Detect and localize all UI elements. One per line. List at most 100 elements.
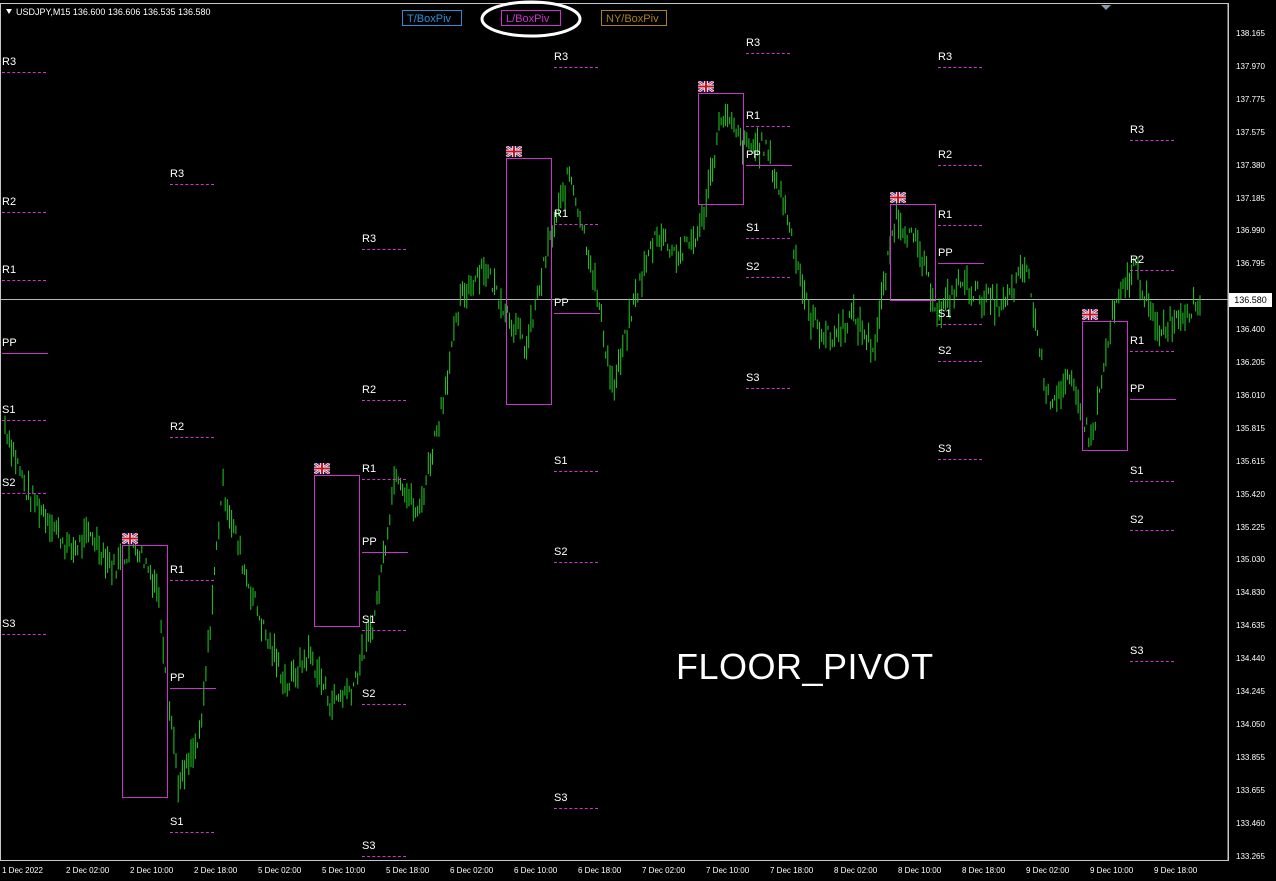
pivot-line-s2: [746, 277, 790, 278]
pivot-label-r1: R1: [746, 110, 761, 122]
ohlc-values: 136.600 136.606 136.535 136.580: [72, 7, 211, 17]
price-tick-label: 135.615: [1236, 457, 1265, 466]
time-tick-label: 6 Dec 02:00: [450, 866, 494, 875]
pivot-label-s2: S2: [1130, 514, 1144, 526]
pivot-line-r2: [938, 165, 982, 166]
price-tick-label: 133.655: [1236, 786, 1265, 795]
pivot-line-s2: [2, 493, 46, 494]
pivot-line-s1: [1130, 481, 1174, 482]
pivot-line-s2: [1130, 530, 1174, 531]
time-tick-label: 9 Dec 18:00: [1154, 866, 1198, 875]
pivot-line-r3: [362, 249, 406, 250]
london-session-box: [314, 475, 360, 627]
uk-flag-icon: [314, 463, 330, 474]
pivot-line-r3: [554, 67, 598, 68]
pivot-line-pp: [554, 313, 600, 314]
time-tick-label: 6 Dec 10:00: [514, 866, 558, 875]
dropdown-triangle-icon[interactable]: [6, 9, 12, 14]
pivot-label-s3: S3: [938, 443, 952, 455]
pivot-line-s1: [2, 420, 46, 421]
pivot-line-s1: [938, 324, 982, 325]
price-tick-label: 134.830: [1236, 588, 1265, 597]
time-tick-label: 9 Dec 02:00: [1026, 866, 1070, 875]
pivot-label-r1: R1: [2, 264, 17, 276]
pivot-label-s3: S3: [1130, 645, 1144, 657]
pivot-label-r2: R2: [170, 421, 185, 433]
pivot-line-s1: [170, 832, 214, 833]
pivot-line-s2: [554, 562, 598, 563]
pivot-line-s2: [938, 361, 982, 362]
time-tick-label: 7 Dec 18:00: [770, 866, 814, 875]
time-tick-label: 5 Dec 10:00: [322, 866, 366, 875]
pivot-label-s2: S2: [2, 477, 16, 489]
price-tick-label: 135.225: [1236, 523, 1265, 532]
pivot-label-pp: PP: [362, 536, 377, 548]
pivot-label-r2: R2: [938, 149, 953, 161]
pivot-label-r3: R3: [1130, 124, 1145, 136]
pivot-label-r2: R2: [362, 384, 377, 396]
pivot-label-r2: R2: [2, 196, 17, 208]
price-tick-label: 136.990: [1236, 226, 1265, 235]
time-tick-label: 7 Dec 10:00: [706, 866, 750, 875]
price-tick-label: 136.400: [1236, 325, 1265, 334]
pivot-label-r3: R3: [170, 168, 185, 180]
time-tick-label: 8 Dec 10:00: [898, 866, 942, 875]
scroll-marker-icon: [1101, 5, 1111, 10]
pivot-line-s3: [362, 856, 406, 857]
tokyo-box-pivot-button[interactable]: T/BoxPiv: [402, 10, 462, 26]
pivot-label-s2: S2: [554, 546, 568, 558]
pivot-label-pp: PP: [2, 337, 17, 349]
indicator-watermark: FLOOR_PIVOT: [676, 646, 934, 687]
pivot-label-r3: R3: [554, 51, 569, 63]
pivot-label-r3: R3: [2, 56, 17, 68]
pivot-line-r1: [170, 580, 214, 581]
pivot-line-pp: [2, 353, 48, 354]
time-tick-label: 8 Dec 02:00: [834, 866, 878, 875]
pivot-line-pp: [746, 165, 792, 166]
price-tick-label: 137.185: [1236, 194, 1265, 203]
pivot-line-r3: [746, 53, 790, 54]
pivot-label-s3: S3: [554, 792, 568, 804]
time-tick-label: 7 Dec 02:00: [642, 866, 686, 875]
pivot-label-r3: R3: [938, 51, 953, 63]
time-tick-label: 9 Dec 10:00: [1090, 866, 1134, 875]
time-tick-label: 2 Dec 18:00: [194, 866, 238, 875]
pivot-label-r3: R3: [362, 233, 377, 245]
price-tick-label: 135.815: [1236, 424, 1265, 433]
london-box-pivot-button[interactable]: L/BoxPiv: [501, 10, 561, 26]
pivot-line-r1: [2, 280, 46, 281]
pivot-label-s3: S3: [362, 840, 376, 852]
pivot-line-s3: [1130, 661, 1174, 662]
pivot-line-s1: [554, 471, 598, 472]
pivot-line-r3: [2, 72, 46, 73]
pivot-line-s2: [362, 704, 406, 705]
pivot-line-r2: [1130, 270, 1174, 271]
time-tick-label: 8 Dec 18:00: [962, 866, 1006, 875]
pivot-line-pp: [1130, 399, 1176, 400]
pivot-line-r2: [2, 212, 46, 213]
pivot-line-r1: [746, 126, 790, 127]
time-tick-label: 6 Dec 18:00: [578, 866, 622, 875]
pivot-label-r1: R1: [170, 564, 185, 576]
pivot-label-s1: S1: [938, 308, 952, 320]
uk-flag-icon: [890, 192, 906, 203]
pivot-line-pp: [170, 688, 216, 689]
current-price-tag: 136.580: [1229, 293, 1272, 307]
pivot-label-r1: R1: [1130, 335, 1145, 347]
pivot-label-s3: S3: [2, 618, 16, 630]
pivot-label-r2: R2: [1130, 254, 1145, 266]
time-tick-label: 1 Dec 2022: [2, 866, 43, 875]
pivot-line-s1: [362, 630, 406, 631]
price-candles: [4, 103, 1201, 803]
pivot-label-s2: S2: [938, 345, 952, 357]
time-tick-label: 5 Dec 02:00: [258, 866, 302, 875]
price-tick-label: 136.205: [1236, 358, 1265, 367]
pivot-label-r1: R1: [362, 463, 377, 475]
price-tick-label: 133.855: [1236, 753, 1265, 762]
pivot-label-s2: S2: [746, 261, 760, 273]
london-session-box: [1082, 321, 1128, 451]
uk-flag-icon: [122, 533, 138, 544]
newyork-box-pivot-button[interactable]: NY/BoxPiv: [601, 10, 667, 26]
symbol-name: USDJPY,M15: [16, 7, 71, 17]
london-session-box: [890, 204, 936, 301]
